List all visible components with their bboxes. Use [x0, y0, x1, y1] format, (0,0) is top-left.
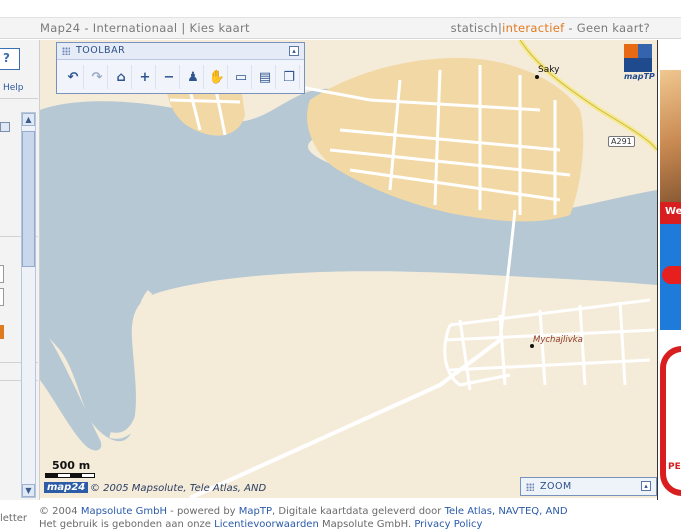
map-copyright: © 2005 Mapsolute, Tele Atlas, AND: [90, 483, 267, 494]
choose-map-link[interactable]: Kies kaart: [190, 21, 250, 35]
footer-line-2: Het gebruik is gebonden aan onze Licenti…: [39, 519, 482, 530]
home-icon[interactable]: ⌂: [111, 65, 132, 89]
logo-square-blue: [638, 44, 652, 58]
logo-bar: [624, 58, 652, 72]
zoom-in-icon[interactable]: +: [135, 65, 156, 89]
toolbar-header[interactable]: TOOLBAR ▴: [57, 43, 304, 60]
sidebar-scrollbar[interactable]: ▲ ▼: [21, 112, 36, 498]
pin-icon[interactable]: ♟: [183, 65, 204, 89]
scale-label: 500 m: [52, 459, 91, 472]
measure-icon[interactable]: ▭: [231, 65, 252, 89]
footer-company: Mapsolute GmbH.: [318, 519, 415, 530]
footer: letter © 2004 Mapsolute GmbH - powered b…: [0, 500, 681, 530]
footer-copyright: © 2004: [39, 506, 81, 517]
print-icon[interactable]: ▤: [255, 65, 276, 89]
undo-icon[interactable]: ↶: [63, 65, 84, 89]
ad-badge: PE: [660, 346, 681, 496]
zoom-panel[interactable]: ZOOM ▴: [520, 477, 657, 496]
zoom-title: ZOOM: [540, 481, 572, 492]
toolbar-panel: TOOLBAR ▴ ↶ ↷ ⌂ + − ♟ ✋ ▭ ▤ ❐: [56, 42, 305, 94]
scroll-down-icon[interactable]: ▼: [22, 484, 35, 497]
mode-dash: -: [564, 21, 577, 35]
ad-photo: [660, 70, 681, 202]
place-label-saky: Saky: [538, 65, 560, 75]
input-field-2[interactable]: [0, 288, 4, 306]
ad-banner[interactable]: We PE: [657, 40, 681, 500]
toolbar-title: TOOLBAR: [76, 45, 126, 56]
mode-interactive-link[interactable]: interactief: [502, 21, 564, 35]
help-button[interactable]: ?: [0, 48, 20, 70]
lock-icon[interactable]: [0, 122, 10, 132]
left-panel: ? Help ▲ ▼: [0, 40, 40, 500]
footer-data: , Digitale kaartdata geleverd door: [272, 506, 445, 517]
road-number-badge: A291: [608, 136, 635, 147]
ad-text-top: We: [660, 202, 681, 224]
license-terms-link[interactable]: Licentievoorwaarden: [214, 519, 319, 530]
toolbar-tools: ↶ ↷ ⌂ + − ♟ ✋ ▭ ▤ ❐: [63, 65, 300, 89]
logo-square-orange: [624, 44, 638, 58]
footer-usage: Het gebruik is gebonden aan onze: [39, 519, 215, 530]
divider: [0, 98, 38, 99]
zoom-expand-button[interactable]: ▴: [641, 481, 651, 491]
input-field-1[interactable]: [0, 265, 4, 283]
drag-grip-icon[interactable]: [62, 47, 70, 55]
app-title: Map24 - Internationaal: [40, 21, 178, 35]
maptp-link[interactable]: MapTP: [239, 506, 272, 517]
mode-static-link[interactable]: statisch: [451, 21, 498, 35]
header-separator: |: [181, 21, 186, 35]
header-title-group: Map24 - Internationaal | Kies kaart: [40, 21, 250, 35]
toolbar-minimize-button[interactable]: ▴: [289, 46, 299, 56]
mode-switch: statisch|interactief - Geen kaart?: [451, 21, 650, 35]
footer-powered: - powered by: [166, 506, 239, 517]
header-bar: Map24 - Internationaal | Kies kaart stat…: [0, 17, 681, 39]
help-icon: ?: [3, 51, 10, 65]
no-map-link[interactable]: Geen kaart?: [577, 21, 650, 35]
maptp-logo[interactable]: mapTP: [624, 44, 655, 82]
drag-grip-icon[interactable]: [526, 483, 534, 491]
ad-text-bottom: PE: [668, 462, 681, 472]
redo-icon[interactable]: ↷: [87, 65, 108, 89]
map24-page: Map24 - Internationaal | Kies kaart stat…: [0, 0, 681, 530]
help-label[interactable]: Help: [3, 83, 24, 93]
scroll-up-icon[interactable]: ▲: [22, 113, 35, 126]
ad-button[interactable]: [662, 266, 681, 284]
scroll-thumb[interactable]: [22, 131, 35, 267]
footer-line-1: © 2004 Mapsolute GmbH - powered by MapTP…: [39, 506, 568, 517]
zoom-out-icon[interactable]: −: [159, 65, 180, 89]
pan-hand-icon[interactable]: ✋: [207, 65, 228, 89]
privacy-policy-link[interactable]: Privacy Policy: [414, 519, 482, 530]
mapsolute-link[interactable]: Mapsolute GmbH: [81, 506, 167, 517]
orange-button[interactable]: [0, 325, 4, 339]
footer-left-fragment[interactable]: letter: [0, 513, 27, 524]
map-graphic: [40, 40, 657, 498]
place-label-mychajlivka: Mychajlivka: [533, 335, 583, 345]
map24-brand-logo[interactable]: map24: [44, 482, 89, 493]
data-providers-link[interactable]: Tele Atlas, NAVTEQ, AND: [445, 506, 568, 517]
scale-bar: [45, 473, 95, 478]
windows-icon[interactable]: ❐: [279, 65, 300, 89]
logo-text: mapTP: [624, 72, 655, 81]
map-canvas[interactable]: [40, 40, 657, 498]
